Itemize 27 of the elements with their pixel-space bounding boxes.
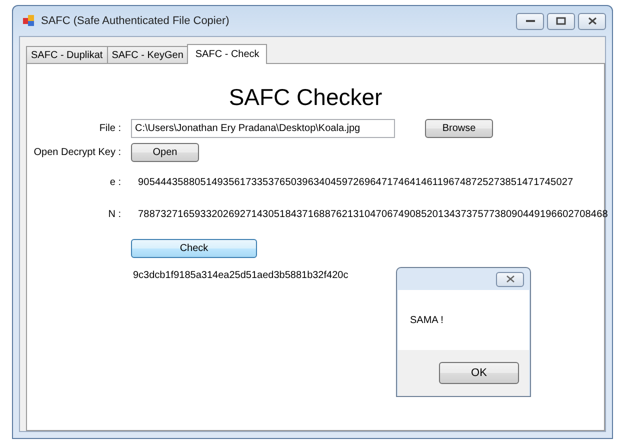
browse-button[interactable]: Browse [425, 119, 493, 138]
check-button[interactable]: Check [131, 239, 257, 258]
field-label: e : [108, 177, 121, 188]
field-label: File : [98, 123, 121, 134]
close-icon [588, 17, 596, 25]
maximize-icon [556, 17, 566, 25]
key-value: 78873271659332026927143051843716887621310470674908520134373757738090449196602708468 [138, 209, 608, 220]
field-label: Open Decrypt Key : [32, 147, 121, 158]
open-button[interactable]: Open [131, 143, 199, 162]
message-text: SAMA ! [410, 314, 444, 326]
file-path-field[interactable]: C:\Users\Jonathan Ery Pradana\Desktop\Koala.jpg [131, 119, 395, 138]
minimize-button[interactable] [516, 12, 544, 30]
maximize-button[interactable] [547, 12, 575, 30]
hash-value: 9c3dcb1f9185a314ea25d51aed3b5881b32f420c [133, 270, 348, 281]
key-value: 90544435880514935617335376503963404597269647174641461196748725273851471745027 [138, 177, 574, 188]
ok-button[interactable]: OK [439, 362, 519, 384]
close-icon [506, 275, 514, 283]
minimize-icon [526, 19, 534, 23]
app-icon [23, 15, 35, 27]
close-button[interactable] [578, 12, 606, 30]
heading: SAFC Checker [228, 84, 384, 111]
tab[interactable]: SAFC - Check [187, 44, 268, 64]
window-title: SAFC (Safe Authenticated File Copier) [41, 15, 230, 27]
close-button[interactable] [496, 272, 524, 286]
tab[interactable]: SAFC - Duplikat [26, 46, 108, 63]
field-label: N : [107, 209, 121, 220]
tab[interactable]: SAFC - KeyGen [106, 46, 188, 63]
